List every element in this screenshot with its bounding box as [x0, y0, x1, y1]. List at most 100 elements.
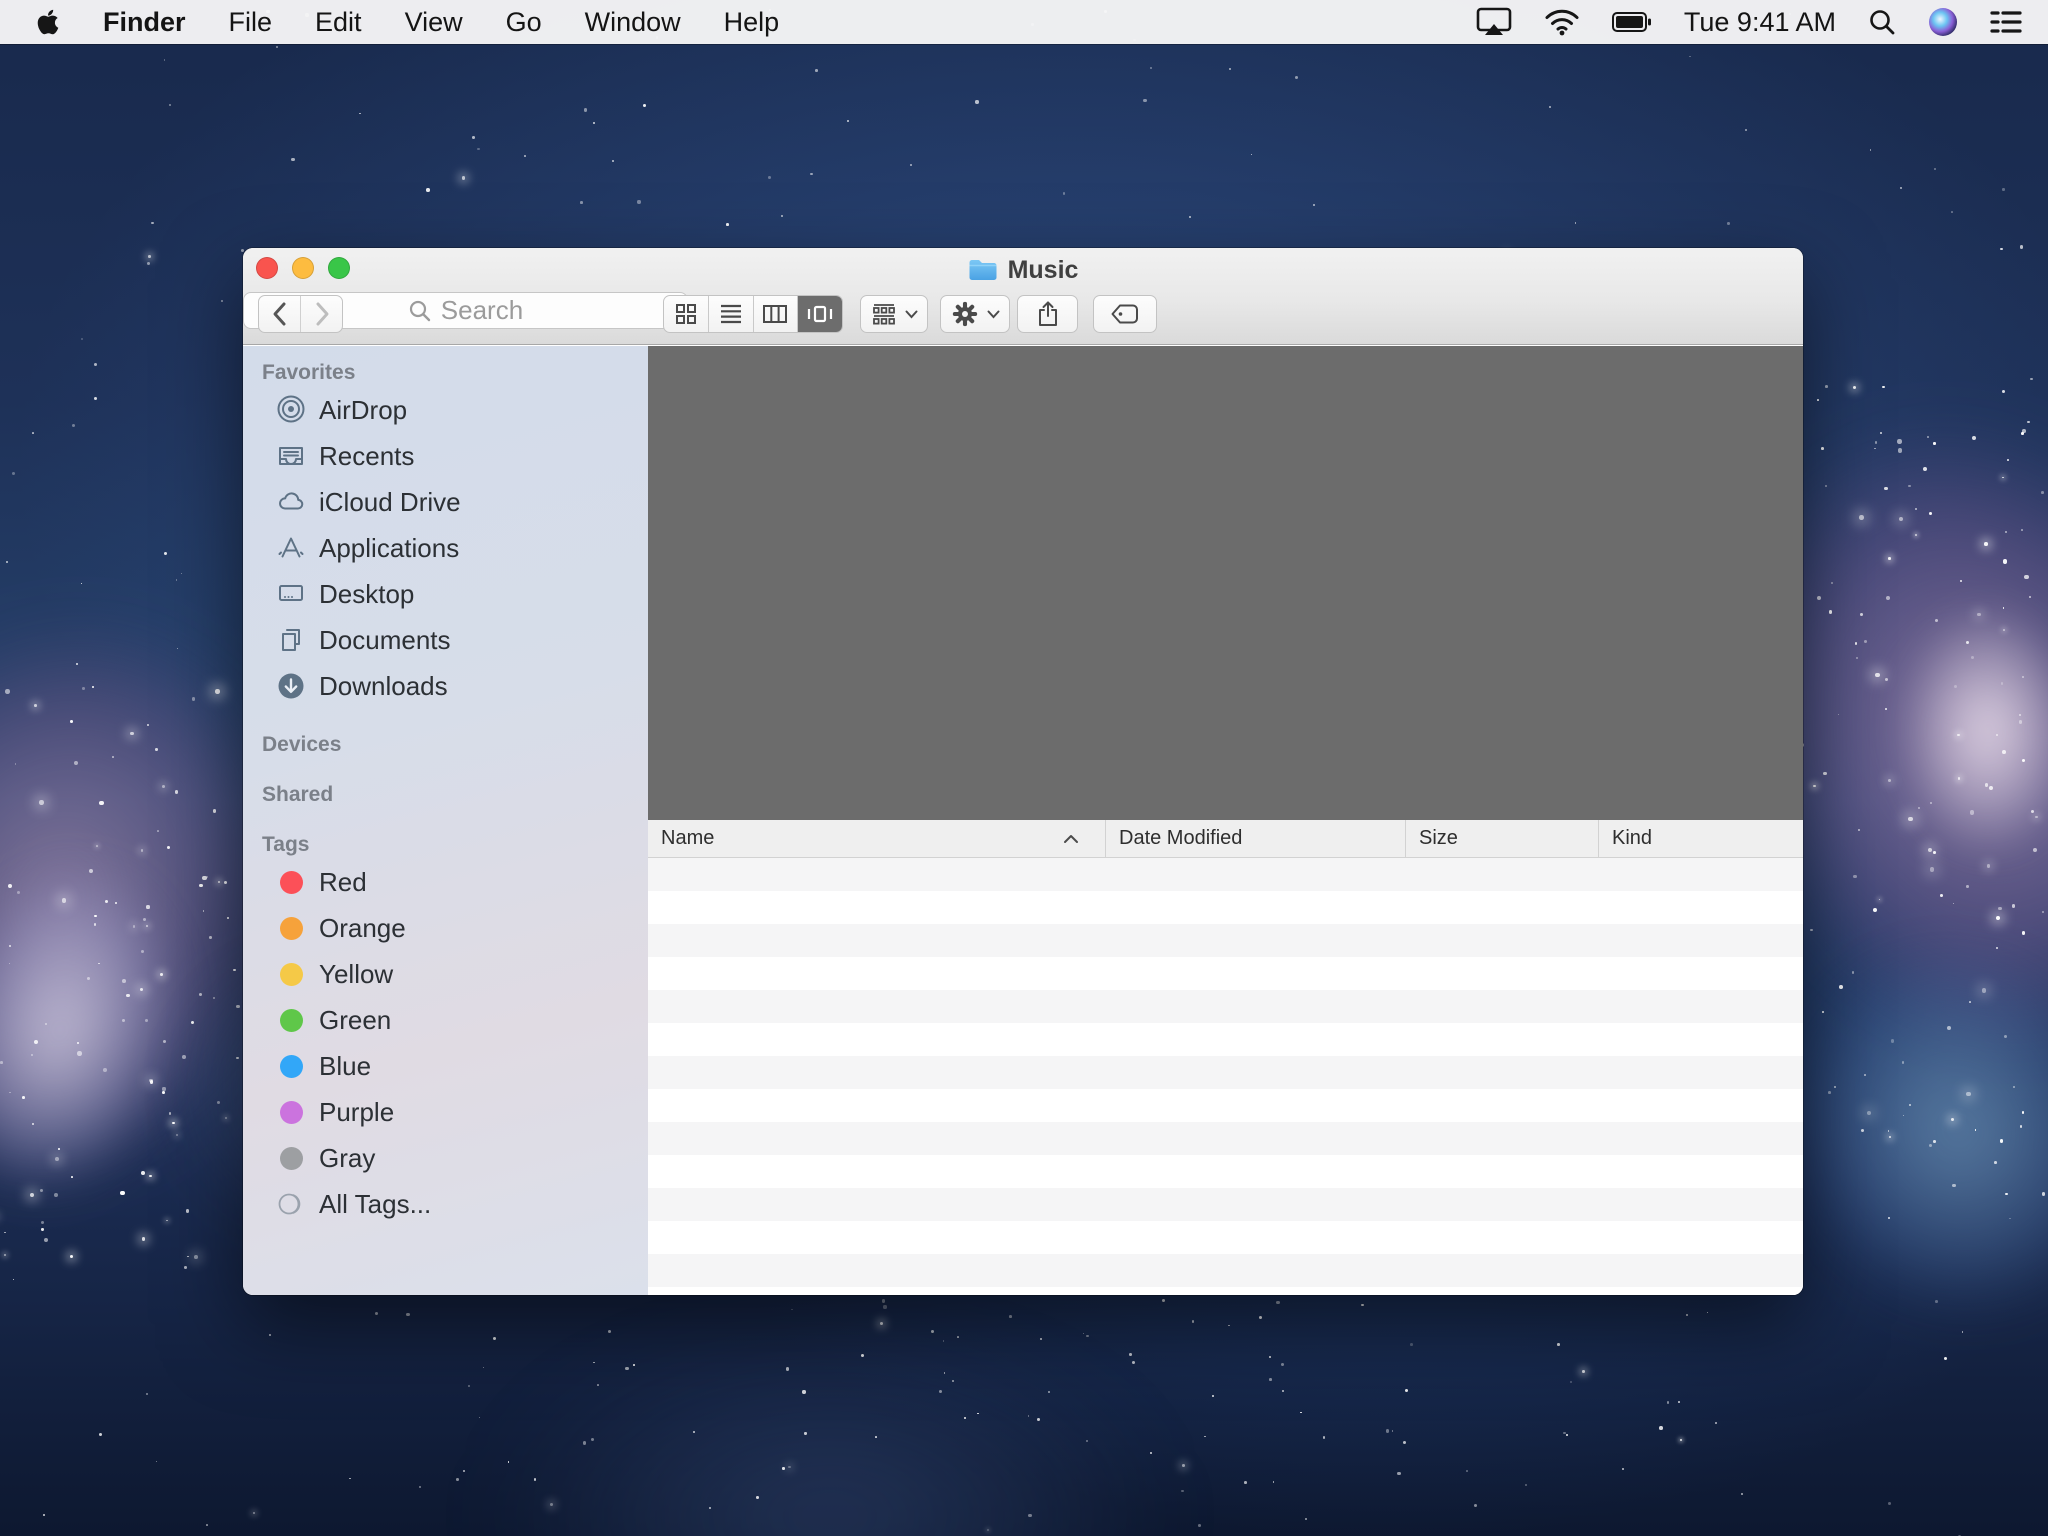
section-header-shared: Shared — [243, 780, 648, 809]
gallery-preview-area — [648, 346, 1803, 820]
menu-window[interactable]: Window — [585, 7, 681, 38]
spotlight-icon[interactable] — [1868, 8, 1896, 36]
sidebar-item-tag-yellow[interactable]: Yellow — [243, 951, 648, 997]
share-button[interactable] — [1017, 295, 1078, 333]
content-area: Name Date Modified Size Kind — [648, 346, 1803, 1295]
sidebar-item-label: Desktop — [319, 579, 414, 610]
section-header-tags: Tags — [243, 830, 648, 859]
sort-ascending-icon — [1063, 834, 1079, 844]
sidebar-item-recents[interactable]: Recents — [243, 433, 648, 479]
section-header-favorites: Favorites — [243, 358, 648, 387]
window-title: Music — [243, 253, 1803, 287]
column-header-size[interactable]: Size — [1405, 820, 1598, 857]
tag-blue-icon — [276, 1051, 306, 1081]
sidebar-item-label: iCloud Drive — [319, 487, 461, 518]
column-label: Date Modified — [1119, 827, 1242, 850]
menu-finder[interactable]: Finder — [103, 7, 186, 38]
sidebar-section-favorites: Favorites AirDrop Recents iCloud Drive — [243, 358, 648, 709]
tag-gray-icon — [276, 1143, 306, 1173]
finder-window: Music — [243, 248, 1803, 1295]
list-view-button[interactable] — [708, 296, 753, 332]
sidebar-item-label: Purple — [319, 1097, 394, 1128]
sidebar-item-label: Recents — [319, 441, 414, 472]
column-label: Size — [1419, 827, 1458, 850]
group-by-button[interactable] — [860, 295, 928, 333]
sidebar-item-label: Blue — [319, 1051, 371, 1082]
airplay-icon[interactable] — [1476, 7, 1512, 37]
search-placeholder: Search — [441, 295, 523, 326]
menu-edit[interactable]: Edit — [315, 7, 362, 38]
sidebar-item-label: Applications — [319, 533, 459, 564]
tag-red-icon — [276, 867, 306, 897]
folder-proxy-icon[interactable] — [968, 258, 998, 282]
all-tags-icon — [276, 1189, 306, 1219]
desktop-icon — [276, 579, 306, 609]
title-bar[interactable]: Music — [243, 248, 1803, 345]
sidebar-item-label: Gray — [319, 1143, 375, 1174]
sidebar-item-tag-red[interactable]: Red — [243, 859, 648, 905]
menu-clock[interactable]: Tue 9:41 AM — [1684, 7, 1836, 38]
column-header-kind[interactable]: Kind — [1598, 820, 1803, 857]
column-view-button[interactable] — [753, 296, 798, 332]
sidebar-section-devices: Devices — [243, 730, 648, 759]
sidebar-item-label: Orange — [319, 913, 406, 944]
page-title: Music — [1008, 256, 1079, 285]
section-header-devices: Devices — [243, 730, 648, 759]
sidebar-item-all-tags[interactable]: All Tags... — [243, 1181, 648, 1227]
menu-help[interactable]: Help — [724, 7, 780, 38]
list-column-headers: Name Date Modified Size Kind — [648, 820, 1803, 858]
sidebar-item-label: Green — [319, 1005, 391, 1036]
documents-icon — [276, 625, 306, 655]
sidebar-item-tag-green[interactable]: Green — [243, 997, 648, 1043]
tag-purple-icon — [276, 1097, 306, 1127]
sidebar-item-downloads[interactable]: Downloads — [243, 663, 648, 709]
downloads-icon — [276, 671, 306, 701]
sidebar-item-tag-orange[interactable]: Orange — [243, 905, 648, 951]
notification-center-icon[interactable] — [1990, 9, 2022, 35]
icloud-icon — [276, 487, 306, 517]
sidebar-item-tag-purple[interactable]: Purple — [243, 1089, 648, 1135]
sidebar-item-label: All Tags... — [319, 1189, 431, 1220]
sidebar-item-desktop[interactable]: Desktop — [243, 571, 648, 617]
menu-file[interactable]: File — [229, 7, 273, 38]
sidebar-section-shared: Shared — [243, 780, 648, 809]
sidebar-item-label: Red — [319, 867, 367, 898]
siri-icon[interactable] — [1928, 7, 1958, 37]
gallery-view-button[interactable] — [797, 296, 842, 332]
sidebar-item-applications[interactable]: Applications — [243, 525, 648, 571]
icon-view-button[interactable] — [664, 296, 708, 332]
column-header-name[interactable]: Name — [648, 820, 1105, 857]
column-label: Name — [661, 827, 714, 850]
sidebar-item-label: Documents — [319, 625, 451, 656]
sidebar-item-airdrop[interactable]: AirDrop — [243, 387, 648, 433]
tag-button[interactable] — [1093, 295, 1157, 333]
sidebar-item-tag-blue[interactable]: Blue — [243, 1043, 648, 1089]
column-label: Kind — [1612, 827, 1652, 850]
sidebar-item-icloud-drive[interactable]: iCloud Drive — [243, 479, 648, 525]
menu-go[interactable]: Go — [506, 7, 542, 38]
action-menu-button[interactable] — [940, 295, 1010, 333]
chevron-down-icon — [905, 310, 918, 319]
airdrop-icon — [276, 395, 306, 425]
sidebar-section-tags: Tags Red Orange Yellow Green Blue — [243, 830, 648, 1227]
chevron-down-icon — [987, 310, 1000, 319]
column-header-date-modified[interactable]: Date Modified — [1105, 820, 1405, 857]
menu-view[interactable]: View — [405, 7, 463, 38]
toolbar: Search — [243, 292, 1803, 338]
search-icon — [408, 299, 432, 323]
sidebar: Favorites AirDrop Recents iCloud Drive — [243, 346, 648, 1295]
forward-button[interactable] — [300, 296, 342, 332]
back-button[interactable] — [259, 296, 300, 332]
view-mode-switcher — [663, 295, 843, 333]
sidebar-item-label: Yellow — [319, 959, 393, 990]
sidebar-item-documents[interactable]: Documents — [243, 617, 648, 663]
sidebar-item-tag-gray[interactable]: Gray — [243, 1135, 648, 1181]
sidebar-item-label: AirDrop — [319, 395, 407, 426]
sidebar-item-label: Downloads — [319, 671, 448, 702]
recents-icon — [276, 441, 306, 471]
battery-icon[interactable] — [1612, 12, 1652, 32]
applications-icon — [276, 533, 306, 563]
wifi-icon[interactable] — [1544, 8, 1580, 36]
file-list-empty — [648, 858, 1803, 1295]
apple-menu-icon[interactable] — [36, 8, 60, 36]
